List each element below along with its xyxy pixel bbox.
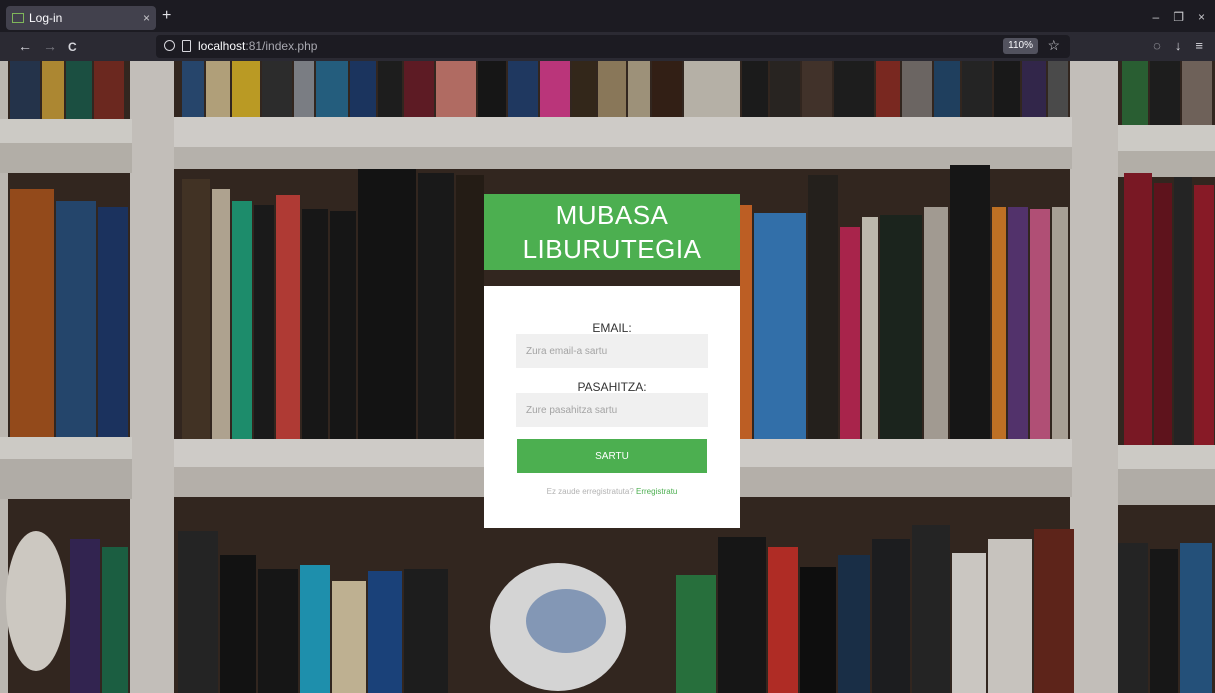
tab-login[interactable]: Log-in × <box>6 6 156 30</box>
register-prompt-line: Ez zaude erregistratuta? Erregistratu <box>484 487 740 496</box>
register-prompt: Ez zaude erregistratuta? <box>546 487 634 496</box>
tab-bar: Log-in × + – ❐ × <box>0 0 1215 32</box>
back-button[interactable]: ← <box>18 38 32 54</box>
login-card-header: MUBASA LIBURUTEGIA <box>484 194 740 270</box>
zoom-badge[interactable]: 110% <box>1003 38 1038 54</box>
email-label: EMAIL: <box>592 321 632 335</box>
brand-title-line1: MUBASA <box>555 200 669 230</box>
reload-button[interactable]: C <box>68 39 77 55</box>
login-submit-button[interactable]: SARTU <box>517 439 707 473</box>
toolbar-right: ◌ ↓ ≡ <box>1153 38 1203 53</box>
close-tab-icon[interactable]: × <box>143 11 150 25</box>
star-icon[interactable]: ☆ <box>1047 37 1060 54</box>
url-path: :81/index.php <box>245 39 318 53</box>
register-link[interactable]: Erregistratu <box>636 487 677 496</box>
url-text[interactable]: localhost:81/index.php <box>198 39 317 53</box>
shield-icon[interactable] <box>164 40 175 51</box>
url-bar[interactable]: localhost:81/index.php 110% ☆ <box>156 35 1070 58</box>
page-icon[interactable] <box>182 40 191 52</box>
window-controls: – ❐ × <box>1153 10 1205 24</box>
email-input[interactable] <box>516 334 708 368</box>
navigation-bar: ← → C localhost:81/index.php 110% ☆ ◌ ↓ … <box>0 32 1215 61</box>
password-label: PASAHITZA: <box>577 380 647 394</box>
forward-button[interactable]: → <box>43 38 57 54</box>
url-host: localhost <box>198 39 246 53</box>
menu-icon[interactable]: ≡ <box>1195 38 1203 53</box>
maximize-icon[interactable]: ❐ <box>1173 10 1184 24</box>
login-form: EMAIL: PASAHITZA: SARTU Ez zaude erregis… <box>484 286 740 528</box>
pocket-icon[interactable]: ◌ <box>1153 38 1161 53</box>
favicon-icon <box>12 13 24 23</box>
new-tab-button[interactable]: + <box>162 8 171 24</box>
download-icon[interactable]: ↓ <box>1175 38 1182 53</box>
close-window-icon[interactable]: × <box>1198 10 1205 24</box>
password-input[interactable] <box>516 393 708 427</box>
brand-title-line2: LIBURUTEGIA <box>522 234 702 264</box>
minimize-icon[interactable]: – <box>1153 10 1160 24</box>
tab-title: Log-in <box>29 11 63 25</box>
